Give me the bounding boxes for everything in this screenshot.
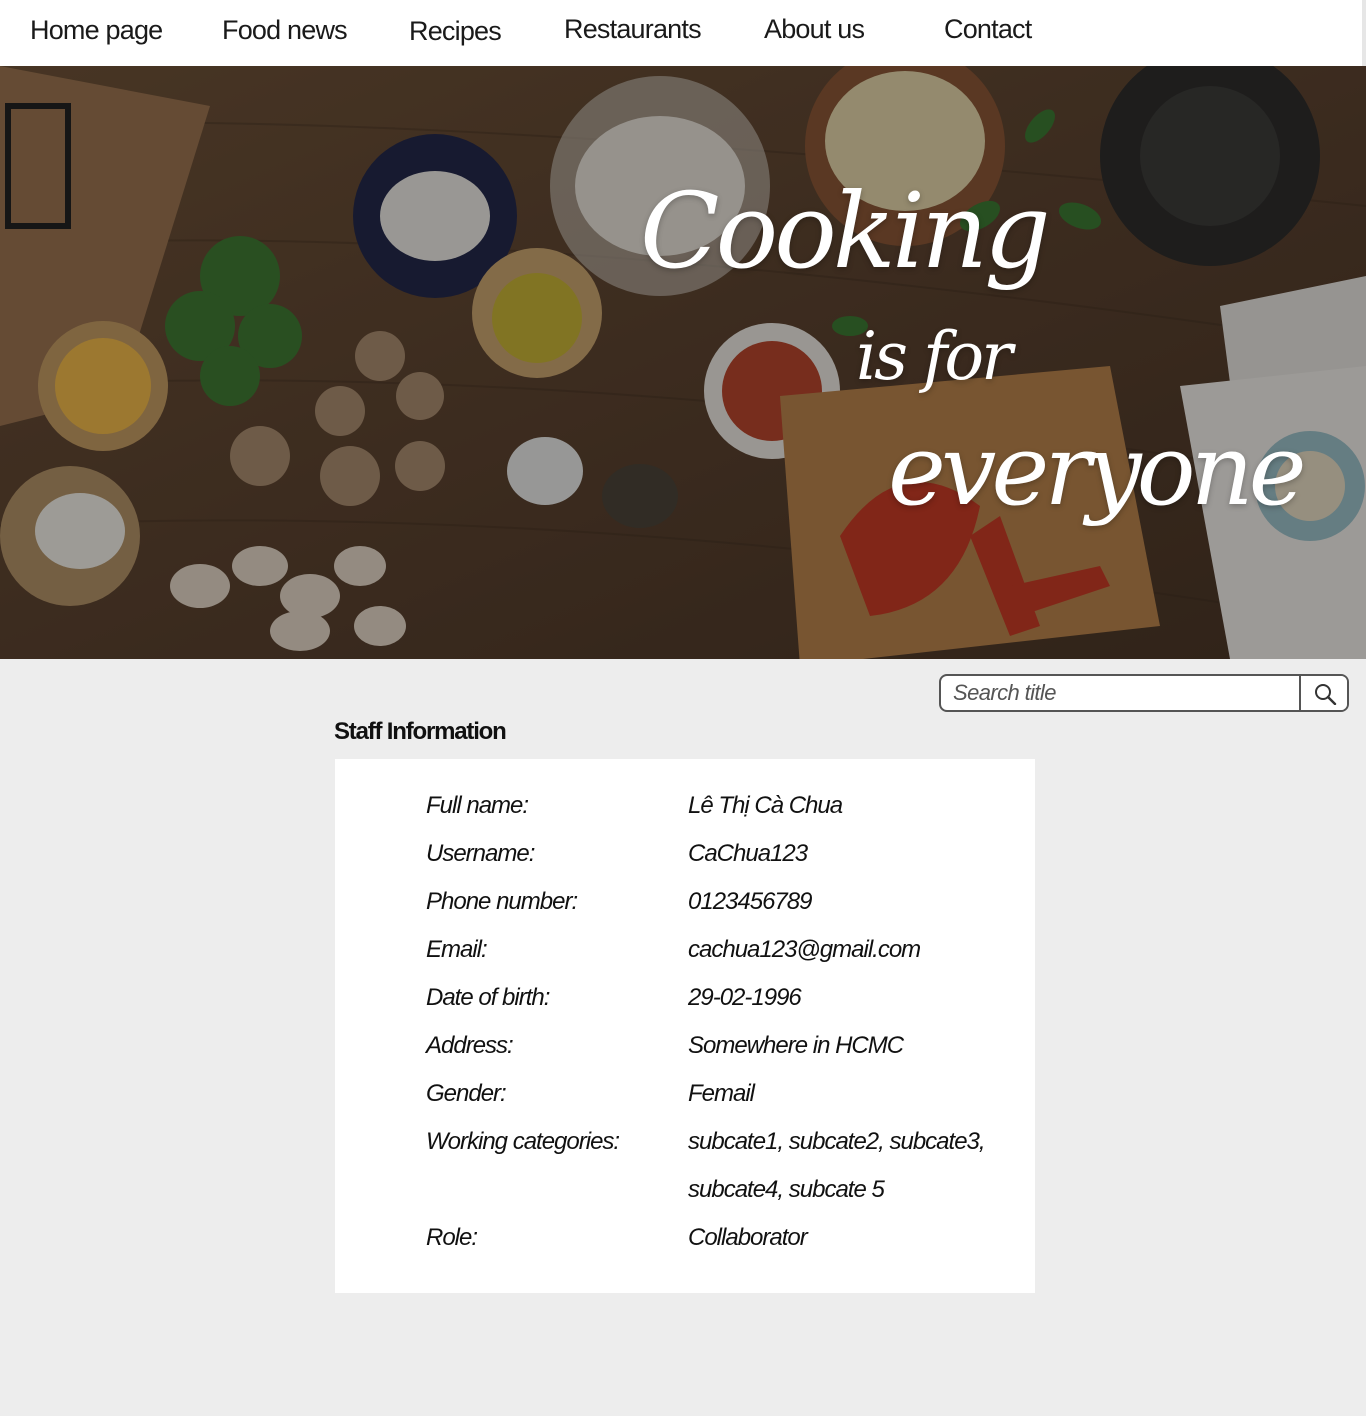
role-label: Role: [426,1224,478,1251]
phone-number-value: 0123456789 [688,888,812,915]
full-name-label: Full name: [426,792,529,819]
search-icon [1315,684,1337,705]
nav-recipes[interactable]: Recipes [409,16,502,47]
phone-number-label: Phone number: [426,888,578,915]
full-name-value: Lê Thị Cà Chua [688,792,843,819]
search-box [939,674,1349,712]
nav-restaurants[interactable]: Restaurants [564,14,702,45]
nav-contact[interactable]: Contact [944,14,1032,45]
search-input[interactable] [941,676,1299,710]
top-nav: Home page Food news Recipes Restaurants … [0,0,1366,66]
hero-food-image [0,66,1366,659]
gender-label: Gender: [426,1080,507,1107]
role-value: Collaborator [688,1224,808,1251]
working-categories-label: Working categories: [426,1128,620,1155]
date-of-birth-value: 29-02-1996 [688,984,802,1011]
address-label: Address: [426,1032,514,1059]
nav-about-us[interactable]: About us [764,14,865,45]
email-label: Email: [426,936,488,963]
username-value: CaChua123 [688,840,808,867]
hero-title-line1: Cooking [640,170,1051,292]
hero-title-line3: everyone [888,414,1307,528]
nav-food-news[interactable]: Food news [222,15,348,46]
gender-value: Femail [688,1080,755,1107]
hero-title-line2: is for [856,318,1013,395]
email-value: cachua123@gmail.com [688,936,921,963]
staff-info-card: Full name: Lê Thị Cà Chua Username: CaCh… [335,759,1035,1293]
working-categories-value-line2: subcate4, subcate 5 [688,1176,885,1203]
hero-banner: Cooking is for everyone [0,66,1366,659]
staff-info-title: Staff Information [334,718,507,745]
search-button[interactable] [1299,676,1347,710]
date-of-birth-label: Date of birth: [426,984,550,1011]
address-value: Somewhere in HCMC [688,1032,904,1059]
nav-home-page[interactable]: Home page [30,15,163,46]
username-label: Username: [426,840,535,867]
working-categories-value: subcate1, subcate2, subcate3, [688,1128,986,1155]
